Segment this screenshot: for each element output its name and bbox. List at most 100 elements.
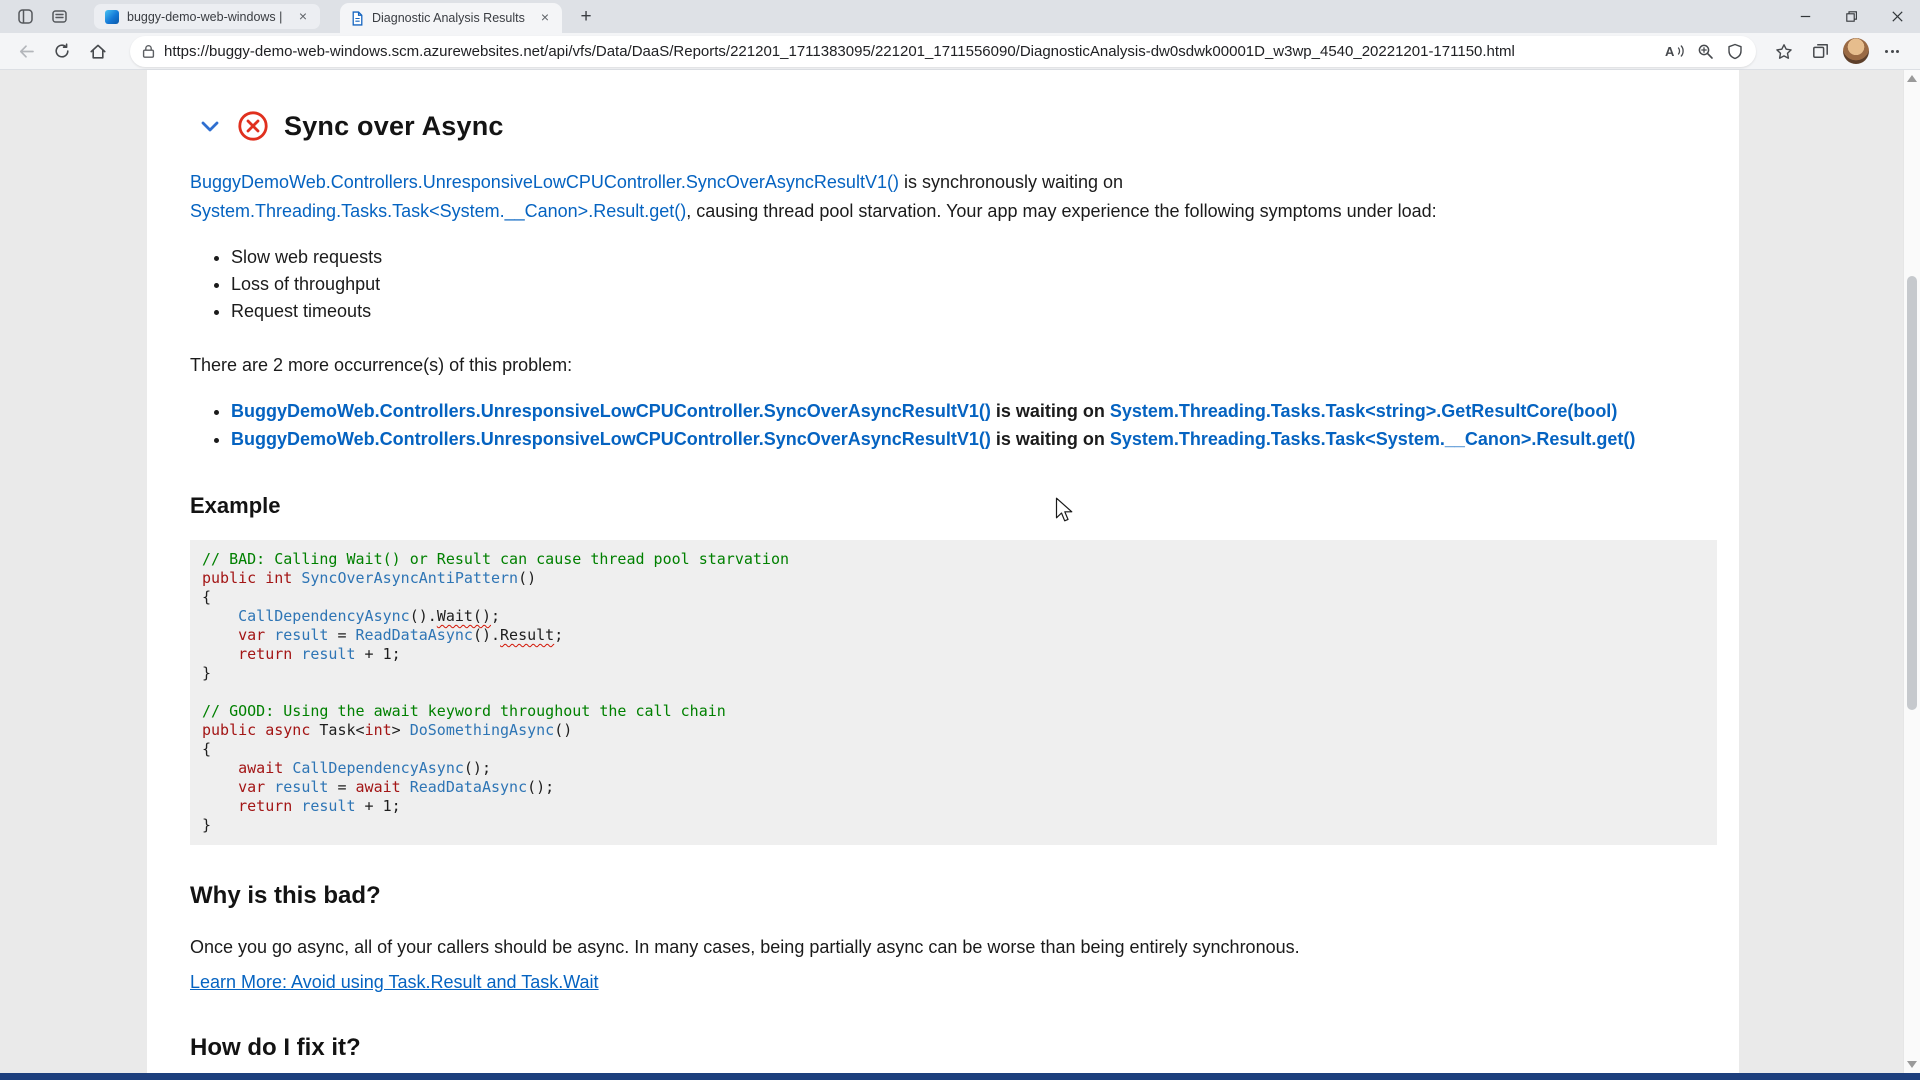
code-line (202, 683, 1705, 702)
read-aloud-button[interactable]: A (1660, 37, 1690, 65)
code-token: } (202, 816, 211, 834)
window-controls (1782, 0, 1920, 33)
tab-title: Diagnostic Analysis Results (372, 11, 528, 25)
tab-diagnostic-analysis[interactable]: Diagnostic Analysis Results × (340, 3, 562, 33)
intro-text: is synchronously waiting on (899, 172, 1123, 192)
code-token: CallDependencyAsync (292, 759, 464, 777)
settings-menu-button[interactable] (1874, 36, 1910, 66)
refresh-button[interactable] (44, 36, 80, 66)
code-token (292, 797, 301, 815)
mouse-cursor (1055, 497, 1074, 524)
back-button[interactable] (8, 36, 44, 66)
occurrence-item: BuggyDemoWeb.Controllers.UnresponsiveLow… (231, 425, 1717, 453)
home-button[interactable] (80, 36, 116, 66)
symptom-item: Slow web requests (231, 244, 1717, 271)
scrollbar[interactable] (1903, 70, 1920, 1080)
code-token: (); (527, 778, 554, 796)
code-token: // BAD: Calling Wait() or Result can cau… (202, 550, 789, 568)
read-aloud-icon: A (1665, 43, 1686, 59)
tab-close-button[interactable]: × (294, 8, 312, 26)
collapse-chevron-icon[interactable] (198, 114, 222, 138)
scroll-down-arrow-icon[interactable] (1907, 1061, 1917, 1068)
occurrence-target-link[interactable]: System.Threading.Tasks.Task<string>.GetR… (1110, 401, 1617, 421)
code-line: public int SyncOverAsyncAntiPattern() (202, 569, 1705, 588)
scrollbar-thumb[interactable] (1907, 276, 1917, 710)
code-token (292, 569, 301, 587)
shield-icon (1727, 43, 1743, 60)
code-token (265, 626, 274, 644)
code-token: (); (464, 759, 491, 777)
code-token: int (265, 569, 292, 587)
learn-more-link[interactable]: Learn More: Avoid using Task.Result and … (190, 968, 599, 997)
code-token: DoSomethingAsync (410, 721, 555, 739)
code-token: result (274, 778, 328, 796)
code-token (256, 721, 265, 739)
close-icon (1892, 11, 1903, 22)
report-heading-row: Sync over Async (190, 110, 1717, 142)
code-token (401, 778, 410, 796)
profile-avatar[interactable] (1843, 38, 1869, 64)
site-favicon-icon (105, 10, 119, 24)
tab-actions-button[interactable] (44, 4, 74, 30)
code-line: var result = await ReadDataAsync(); (202, 778, 1705, 797)
code-line: // BAD: Calling Wait() or Result can cau… (202, 550, 1705, 569)
code-token: // GOOD: Using the await keyword through… (202, 702, 726, 720)
error-icon (237, 110, 269, 142)
occurrence-method-link[interactable]: BuggyDemoWeb.Controllers.UnresponsiveLow… (231, 401, 991, 421)
tab-buggy-demo-web[interactable]: buggy-demo-web-windows | Dia... × (94, 4, 320, 29)
code-token: ReadDataAsync (410, 778, 527, 796)
collections-button[interactable] (1802, 36, 1838, 66)
workspaces-button[interactable] (10, 4, 40, 30)
code-token: ; (491, 607, 500, 625)
code-token: () (518, 569, 536, 587)
code-token (202, 626, 238, 644)
occurrence-method-link[interactable]: BuggyDemoWeb.Controllers.UnresponsiveLow… (231, 429, 991, 449)
code-token: await (238, 759, 283, 777)
code-line: { (202, 588, 1705, 607)
diagnostic-report: Sync over Async BuggyDemoWeb.Controllers… (147, 70, 1739, 1080)
lock-icon[interactable] (142, 44, 155, 59)
code-token (202, 797, 238, 815)
occurrences-list: BuggyDemoWeb.Controllers.UnresponsiveLow… (190, 397, 1717, 453)
code-token (202, 645, 238, 663)
tab-title: buggy-demo-web-windows | Dia... (127, 10, 286, 24)
code-line: CallDependencyAsync().Wait(); (202, 607, 1705, 626)
code-token: + 1; (356, 797, 401, 815)
new-tab-button[interactable]: + (572, 4, 600, 30)
address-bar[interactable]: https://buggy-demo-web-windows.scm.azure… (130, 36, 1756, 67)
code-token: result (301, 797, 355, 815)
report-favicon-icon (351, 11, 364, 26)
code-line: await CallDependencyAsync(); (202, 759, 1705, 778)
why-heading: Why is this bad? (190, 882, 1717, 910)
refresh-icon (54, 43, 70, 59)
workspaces-icon (17, 8, 34, 25)
maximize-button[interactable] (1828, 0, 1874, 33)
minimize-icon (1800, 11, 1811, 22)
code-token: await (356, 778, 401, 796)
close-window-button[interactable] (1874, 0, 1920, 33)
occurrence-text: is waiting on (991, 429, 1110, 449)
browser-window: buggy-demo-web-windows | Dia... × Diagno… (0, 0, 1920, 1080)
tab-close-button[interactable]: × (536, 9, 554, 27)
code-token: var (238, 626, 265, 644)
code-token: public (202, 721, 256, 739)
method-link[interactable]: BuggyDemoWeb.Controllers.UnresponsiveLow… (190, 172, 899, 192)
code-line: } (202, 664, 1705, 683)
code-token: result (274, 626, 328, 644)
code-line: public async Task<int> DoSomethingAsync(… (202, 721, 1705, 740)
code-token (265, 778, 274, 796)
code-token (256, 569, 265, 587)
security-button[interactable] (1720, 37, 1750, 65)
favorites-button[interactable] (1766, 36, 1802, 66)
occurrence-target-link[interactable]: System.Threading.Tasks.Task<System.__Can… (1110, 429, 1636, 449)
scroll-up-arrow-icon[interactable] (1907, 75, 1917, 82)
task-link[interactable]: System.Threading.Tasks.Task<System.__Can… (190, 201, 686, 221)
code-token: SyncOverAsyncAntiPattern (301, 569, 518, 587)
zoom-button[interactable] (1690, 37, 1720, 65)
url-text: https://buggy-demo-web-windows.scm.azure… (164, 43, 1652, 60)
code-token: > (392, 721, 410, 739)
code-token (202, 607, 238, 625)
code-token: (). (473, 626, 500, 644)
minimize-button[interactable] (1782, 0, 1828, 33)
intro-paragraph: BuggyDemoWeb.Controllers.UnresponsiveLow… (190, 168, 1717, 226)
